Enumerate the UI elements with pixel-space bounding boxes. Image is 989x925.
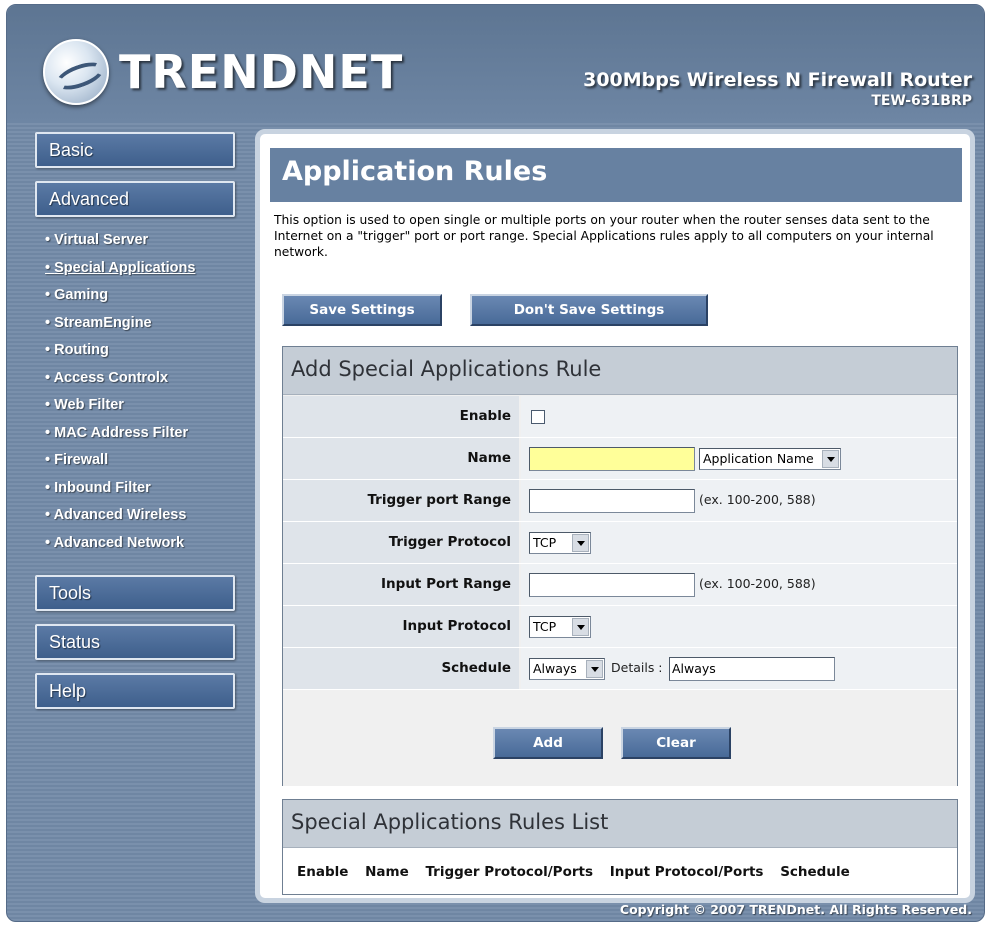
sidebar-item-routing[interactable]: • Routing — [45, 342, 245, 370]
sidebar-item-access-control[interactable]: • Access Controlx — [45, 370, 245, 398]
column-header-name: Name — [365, 864, 409, 880]
trigger-protocol-label: Trigger Protocol — [283, 522, 519, 563]
nav-advanced-label: Advanced — [49, 189, 130, 209]
application-name-select[interactable]: Application Name — [699, 448, 841, 470]
nav-status[interactable]: Status — [35, 624, 235, 660]
sidebar-item-virtual-server[interactable]: • Virtual Server — [45, 232, 245, 260]
nav-advanced[interactable]: Advanced — [35, 181, 235, 217]
logo-text: TRENDNET — [119, 45, 404, 99]
trendnet-logo-icon — [43, 39, 109, 105]
enable-row: Enable — [283, 396, 957, 438]
column-header-trigger: Trigger Protocol/Ports — [425, 864, 593, 880]
sidebar-item-streamengine[interactable]: • StreamEngine — [45, 315, 245, 343]
rules-list-section: Special Applications Rules List Enable N… — [282, 799, 958, 895]
advanced-submenu: • Virtual Server • Special Applications … — [45, 232, 245, 562]
header: TRENDNET 300Mbps Wireless N Firewall Rou… — [7, 5, 984, 123]
sidebar-item-advanced-network[interactable]: • Advanced Network — [45, 535, 245, 563]
trigger-protocol-value: TCP — [533, 535, 557, 550]
name-row: Name Application Name — [283, 438, 957, 480]
form-actions: Add Clear — [283, 690, 957, 786]
trigger-protocol-row: Trigger Protocol TCP — [283, 522, 957, 564]
nav-basic-label: Basic — [49, 140, 94, 160]
sidebar-item-inbound-filter[interactable]: • Inbound Filter — [45, 480, 245, 508]
nav-basic[interactable]: Basic — [35, 132, 235, 168]
app-frame: TRENDNET 300Mbps Wireless N Firewall Rou… — [6, 4, 985, 922]
column-header-schedule: Schedule — [780, 864, 850, 880]
sidebar-item-mac-address-filter[interactable]: • MAC Address Filter — [45, 425, 245, 453]
product-model: TEW-631BRP — [871, 93, 972, 109]
enable-label: Enable — [283, 396, 519, 437]
chevron-down-icon — [586, 660, 603, 678]
nav-tools-label: Tools — [49, 583, 92, 603]
sidebar-item-web-filter[interactable]: • Web Filter — [45, 397, 245, 425]
clear-button[interactable]: Clear — [621, 727, 731, 759]
chevron-down-icon — [572, 618, 589, 636]
schedule-label: Schedule — [283, 648, 519, 689]
add-button[interactable]: Add — [493, 727, 603, 759]
add-rule-heading: Add Special Applications Rule — [283, 347, 957, 395]
nav-tools[interactable]: Tools — [35, 575, 235, 611]
trigger-range-hint: (ex. 100-200, 588) — [699, 492, 816, 507]
sidebar-item-advanced-wireless[interactable]: • Advanced Wireless — [45, 507, 245, 535]
trigger-range-row: Trigger port Range (ex. 100-200, 588) — [283, 480, 957, 522]
enable-checkbox[interactable] — [531, 410, 545, 424]
chevron-down-icon — [572, 534, 589, 552]
application-name-select-value: Application Name — [703, 451, 814, 466]
column-header-input: Input Protocol/Ports — [609, 864, 764, 880]
input-protocol-select[interactable]: TCP — [529, 616, 591, 638]
page-title: Application Rules — [282, 156, 548, 187]
sidebar-item-special-applications[interactable]: • Special Applications — [45, 260, 245, 288]
nav-help-label: Help — [49, 681, 87, 701]
add-rule-section: Add Special Applications Rule Enable Nam… — [282, 346, 958, 786]
input-range-input[interactable] — [529, 573, 695, 597]
main-panel: Application Rules This option is used to… — [255, 129, 975, 903]
dont-save-settings-button[interactable]: Don't Save Settings — [470, 294, 708, 326]
details-label: Details : — [611, 660, 663, 675]
rules-list-header-row: Enable Name Trigger Protocol/Ports Input… — [283, 848, 957, 880]
schedule-select[interactable]: Always — [529, 658, 605, 680]
input-protocol-label: Input Protocol — [283, 606, 519, 647]
column-header-enable: Enable — [297, 864, 349, 880]
save-settings-button[interactable]: Save Settings — [282, 294, 442, 326]
schedule-value: Always — [533, 661, 577, 676]
input-range-row: Input Port Range (ex. 100-200, 588) — [283, 564, 957, 606]
rules-list-heading: Special Applications Rules List — [283, 800, 957, 848]
trigger-range-input[interactable] — [529, 489, 695, 513]
trigger-range-label: Trigger port Range — [283, 480, 519, 521]
trigger-protocol-select[interactable]: TCP — [529, 532, 591, 554]
name-input[interactable] — [529, 447, 695, 471]
nav-status-label: Status — [49, 632, 101, 652]
input-range-label: Input Port Range — [283, 564, 519, 605]
copyright-footer: Copyright © 2007 TRENDnet. All Rights Re… — [619, 902, 972, 917]
page-description: This option is used to open single or mu… — [274, 213, 934, 259]
schedule-row: Schedule Always Details : Always — [283, 648, 957, 690]
input-protocol-row: Input Protocol TCP — [283, 606, 957, 648]
input-protocol-value: TCP — [533, 619, 557, 634]
name-label: Name — [283, 438, 519, 479]
product-title: 300Mbps Wireless N Firewall Router — [583, 69, 972, 91]
input-range-hint: (ex. 100-200, 588) — [699, 576, 816, 591]
sidebar-item-gaming[interactable]: • Gaming — [45, 287, 245, 315]
details-input[interactable]: Always — [669, 657, 835, 681]
sidebar-item-firewall[interactable]: • Firewall — [45, 452, 245, 480]
chevron-down-icon — [822, 450, 839, 468]
nav-help[interactable]: Help — [35, 673, 235, 709]
page-title-bar: Application Rules — [270, 148, 962, 202]
